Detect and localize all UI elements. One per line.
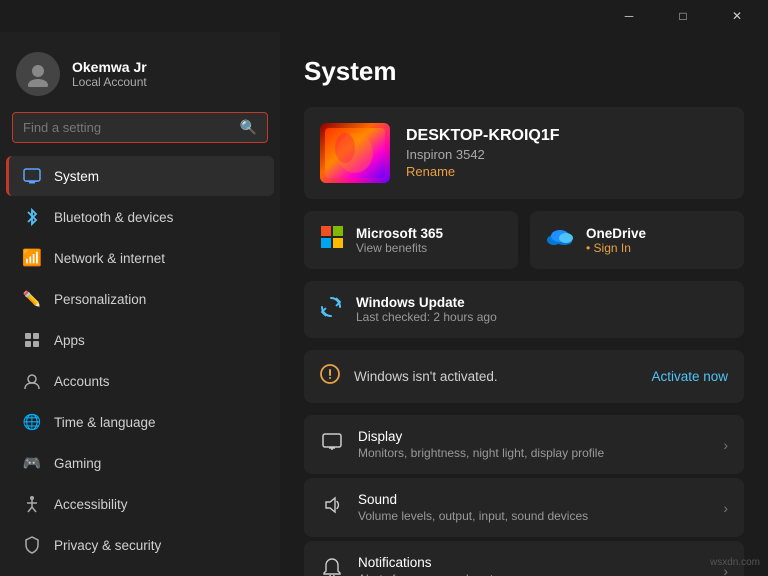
activation-icon <box>320 364 340 389</box>
search-box[interactable]: 🔍 <box>12 112 268 143</box>
sidebar-item-privacy[interactable]: Privacy & security <box>6 525 274 565</box>
setting-row-display[interactable]: Display Monitors, brightness, night ligh… <box>304 415 744 474</box>
display-name: Display <box>358 429 709 444</box>
onedrive-sub: • Sign In <box>586 241 646 255</box>
device-thumbnail <box>320 123 390 183</box>
activation-link[interactable]: Activate now <box>651 369 728 384</box>
windows-update-card[interactable]: Windows Update Last checked: 2 hours ago <box>304 281 744 338</box>
minimize-button[interactable]: ─ <box>606 0 652 32</box>
user-name: Okemwa Jr <box>72 59 147 75</box>
notifications-chevron-icon: › <box>723 563 728 576</box>
page-title: System <box>304 56 744 87</box>
sound-icon <box>320 496 344 519</box>
sidebar-item-label-personalization: Personalization <box>54 292 146 307</box>
notifications-info: Notifications Alerts from apps and syste… <box>358 555 709 576</box>
onedrive-icon <box>546 228 574 252</box>
sidebar-item-label-accessibility: Accessibility <box>54 497 128 512</box>
sidebar-item-label-system: System <box>54 169 99 184</box>
user-profile[interactable]: Okemwa Jr Local Account <box>0 32 280 112</box>
activation-card: Windows isn't activated. Activate now <box>304 350 744 403</box>
update-sub: Last checked: 2 hours ago <box>356 310 728 324</box>
user-type: Local Account <box>72 75 147 89</box>
setting-row-notifications[interactable]: Notifications Alerts from apps and syste… <box>304 541 744 576</box>
system-icon <box>22 166 42 186</box>
sound-chevron-icon: › <box>723 500 728 516</box>
sidebar-item-label-time: Time & language <box>54 415 156 430</box>
sidebar-item-accounts[interactable]: Accounts <box>6 361 274 401</box>
microsoft365-name: Microsoft 365 <box>356 226 443 241</box>
sidebar-item-label-network: Network & internet <box>54 251 165 266</box>
network-icon: 📶 <box>22 248 42 268</box>
sidebar-item-label-gaming: Gaming <box>54 456 101 471</box>
accounts-icon <box>22 371 42 391</box>
display-sub: Monitors, brightness, night light, displ… <box>358 446 709 460</box>
bluetooth-icon <box>22 207 42 227</box>
settings-list: Display Monitors, brightness, night ligh… <box>304 415 744 576</box>
maximize-button[interactable]: □ <box>660 0 706 32</box>
onedrive-name: OneDrive <box>586 226 646 241</box>
avatar <box>16 52 60 96</box>
sidebar-item-label-bluetooth: Bluetooth & devices <box>54 210 173 225</box>
onedrive-info: OneDrive • Sign In <box>586 226 646 255</box>
sidebar-item-network[interactable]: 📶 Network & internet <box>6 238 274 278</box>
device-card[interactable]: DESKTOP-KROIQ1F Inspiron 3542 Rename <box>304 107 744 199</box>
user-info: Okemwa Jr Local Account <box>72 59 147 89</box>
search-icon: 🔍 <box>240 119 257 136</box>
services-row: Microsoft 365 View benefits <box>304 211 744 269</box>
onedrive-card[interactable]: OneDrive • Sign In <box>530 211 744 269</box>
sound-sub: Volume levels, output, input, sound devi… <box>358 509 709 523</box>
activation-text: Windows isn't activated. <box>354 369 637 384</box>
search-input[interactable] <box>23 120 232 135</box>
nav-list: System Bluetooth & devices 📶 Network & i… <box>0 155 280 576</box>
title-bar: ─ □ ✕ <box>0 0 768 32</box>
sidebar-item-windowsupdate[interactable]: Windows Update <box>6 566 274 576</box>
personalization-icon: ✏️ <box>22 289 42 309</box>
sidebar-item-time[interactable]: 🌐 Time & language <box>6 402 274 442</box>
microsoft365-info: Microsoft 365 View benefits <box>356 226 443 255</box>
sidebar-item-label-apps: Apps <box>54 333 85 348</box>
sound-info: Sound Volume levels, output, input, soun… <box>358 492 709 523</box>
microsoft365-card[interactable]: Microsoft 365 View benefits <box>304 211 518 269</box>
update-name: Windows Update <box>356 295 728 310</box>
sidebar-item-apps[interactable]: Apps <box>6 320 274 360</box>
display-info: Display Monitors, brightness, night ligh… <box>358 429 709 460</box>
accessibility-icon <box>22 494 42 514</box>
sidebar-item-label-privacy: Privacy & security <box>54 538 161 553</box>
microsoft365-sub: View benefits <box>356 241 443 255</box>
sidebar-item-accessibility[interactable]: Accessibility <box>6 484 274 524</box>
display-chevron-icon: › <box>723 437 728 453</box>
sidebar-item-bluetooth[interactable]: Bluetooth & devices <box>6 197 274 237</box>
update-info: Windows Update Last checked: 2 hours ago <box>356 295 728 324</box>
notifications-icon <box>320 558 344 576</box>
device-name: DESKTOP-KROIQ1F <box>406 127 728 145</box>
privacy-icon <box>22 535 42 555</box>
sidebar-item-label-accounts: Accounts <box>54 374 110 389</box>
main-content: System <box>280 32 768 576</box>
sidebar-item-personalization[interactable]: ✏️ Personalization <box>6 279 274 319</box>
notifications-sub: Alerts from apps and system <box>358 572 709 576</box>
sidebar-item-system[interactable]: System <box>6 156 274 196</box>
notifications-name: Notifications <box>358 555 709 570</box>
display-icon <box>320 433 344 456</box>
apps-icon <box>22 330 42 350</box>
time-icon: 🌐 <box>22 412 42 432</box>
device-info: DESKTOP-KROIQ1F Inspiron 3542 Rename <box>406 127 728 179</box>
device-model: Inspiron 3542 <box>406 147 728 162</box>
gaming-icon: 🎮 <box>22 453 42 473</box>
close-button[interactable]: ✕ <box>714 0 760 32</box>
sidebar-item-gaming[interactable]: 🎮 Gaming <box>6 443 274 483</box>
setting-row-sound[interactable]: Sound Volume levels, output, input, soun… <box>304 478 744 537</box>
device-rename[interactable]: Rename <box>406 164 728 179</box>
microsoft365-icon <box>320 225 344 255</box>
sound-name: Sound <box>358 492 709 507</box>
windows-update-icon <box>320 296 342 324</box>
sidebar: Okemwa Jr Local Account 🔍 <box>0 32 280 576</box>
